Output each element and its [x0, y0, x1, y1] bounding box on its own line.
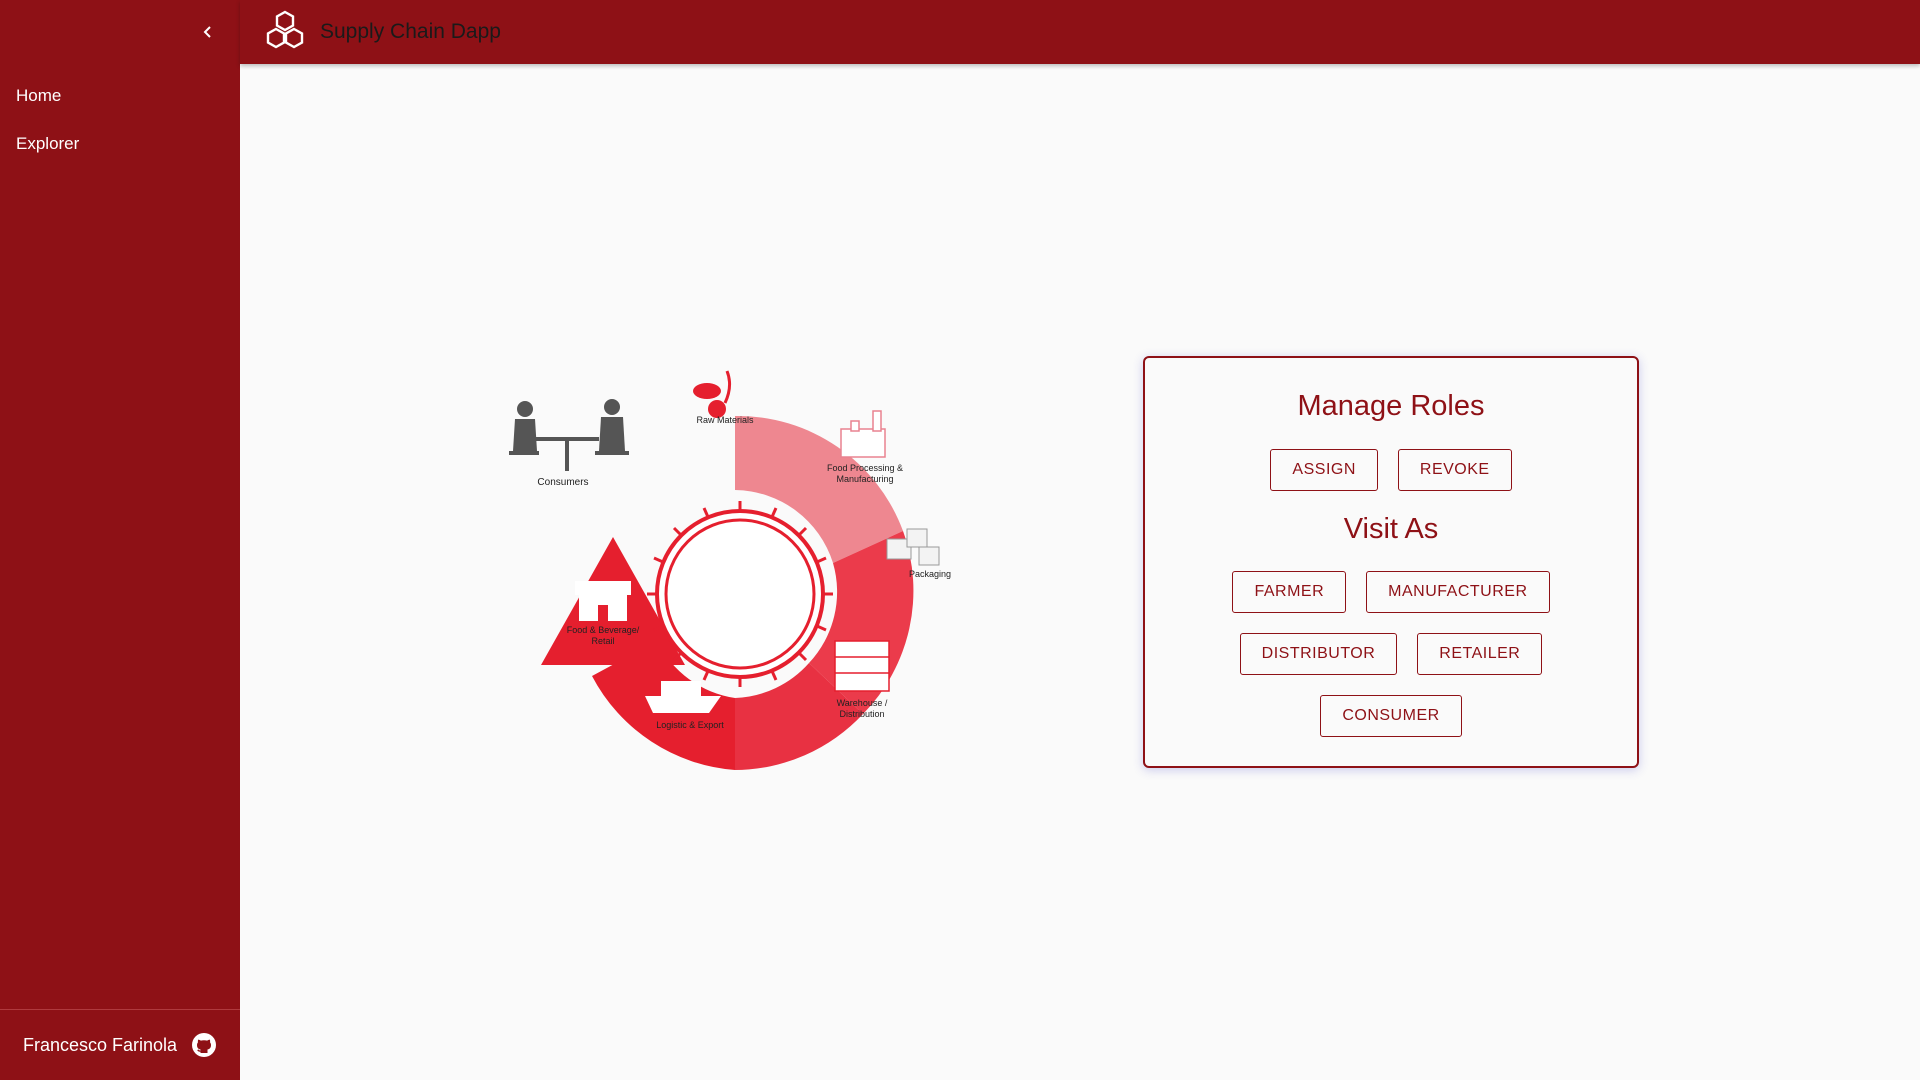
label-warehouse-1: Warehouse / [837, 698, 888, 708]
farmer-button[interactable]: FARMER [1232, 571, 1347, 613]
supply-chain-cycle-illustration: Raw Materials Food Processing & Manufact… [509, 370, 951, 770]
sidebar-footer: Francesco Farinola [0, 1009, 240, 1080]
manage-roles-title: Manage Roles [1297, 390, 1485, 422]
label-food-processing-1: Food Processing & [827, 463, 903, 473]
author-name: Francesco Farinola [22, 1034, 178, 1055]
app-title: Supply Chain Dapp [320, 20, 501, 43]
label-logistic: Logistic & Export [656, 720, 724, 730]
roles-card: Manage Roles ASSIGN REVOKE Visit As FARM… [1143, 356, 1639, 768]
revoke-button[interactable]: REVOKE [1397, 449, 1512, 491]
hexagon-logo-icon [266, 10, 304, 49]
sidebar-item-label: Home [16, 86, 62, 105]
sidebar-item-label: Explorer [16, 134, 80, 153]
manage-roles-buttons: ASSIGN REVOKE [1145, 449, 1637, 491]
github-link[interactable] [191, 1032, 217, 1058]
sidebar: Home Explorer Francesco Farinola [0, 0, 240, 1080]
label-raw-materials: Raw Materials [696, 415, 754, 425]
sidebar-nav: Home Explorer [0, 72, 240, 168]
consumer-button[interactable]: CONSUMER [1320, 695, 1462, 737]
assign-button[interactable]: ASSIGN [1270, 449, 1378, 491]
label-retail-1: Food & Beverage/ [567, 625, 640, 635]
label-packaging: Packaging [909, 569, 951, 579]
collapse-sidebar-button[interactable] [194, 16, 222, 48]
sidebar-item-home[interactable]: Home [0, 72, 240, 120]
github-icon [192, 1033, 217, 1057]
visit-as-title: Visit As [1343, 513, 1439, 545]
manufacturer-button[interactable]: MANUFACTURER [1366, 571, 1550, 613]
visit-as-row-3: CONSUMER [1145, 695, 1637, 737]
chevron-left-icon [203, 26, 211, 38]
visit-as-row-2: DISTRIBUTOR RETAILER [1145, 633, 1637, 675]
visit-as-row-1: FARMER MANUFACTURER [1145, 571, 1637, 613]
retailer-button[interactable]: RETAILER [1417, 633, 1543, 675]
sidebar-item-explorer[interactable]: Explorer [0, 120, 240, 168]
app-header: Supply Chain Dapp [240, 0, 1920, 64]
label-warehouse-2: Distribution [839, 709, 884, 719]
label-retail-2: Retail [591, 636, 614, 646]
label-consumers: Consumers [537, 477, 588, 488]
main-content: Raw Materials Food Processing & Manufact… [240, 64, 1920, 1080]
distributor-button[interactable]: DISTRIBUTOR [1239, 633, 1398, 675]
label-food-processing-2: Manufacturing [836, 474, 893, 484]
